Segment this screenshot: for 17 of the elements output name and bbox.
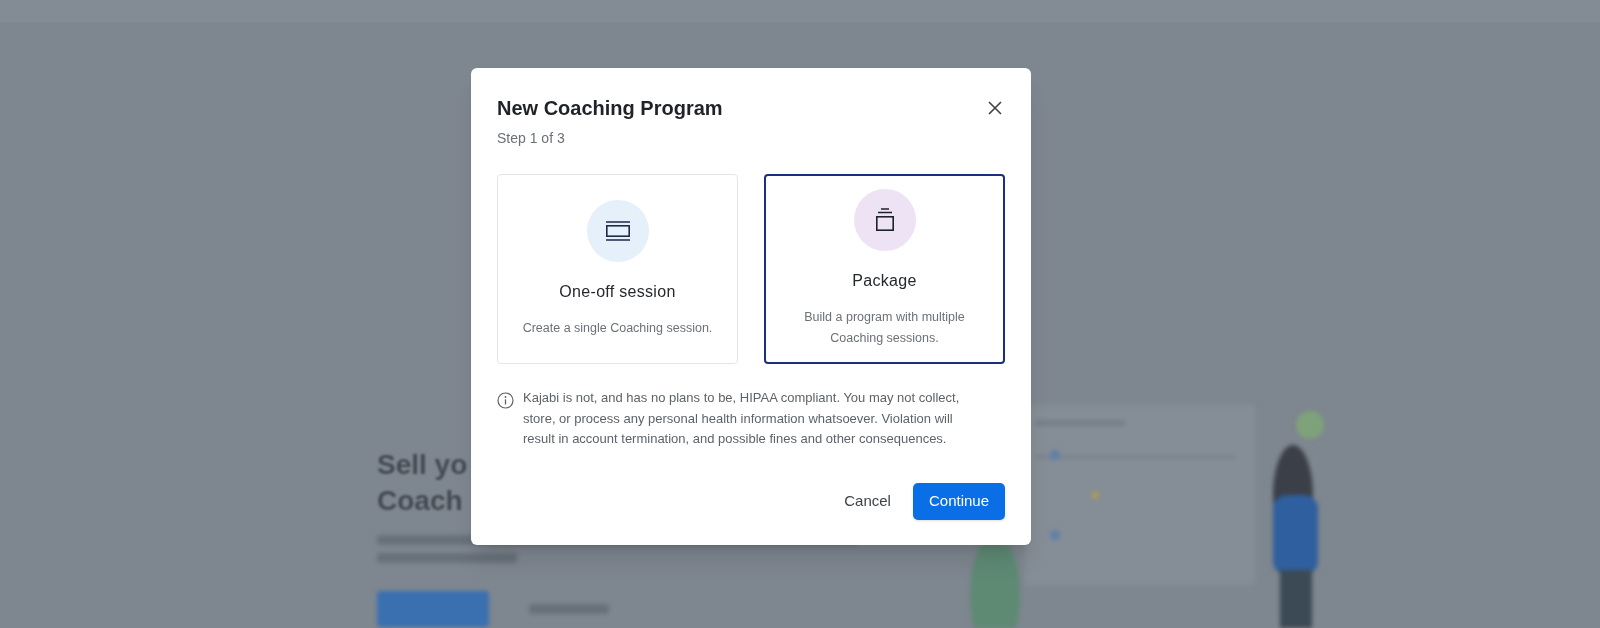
continue-button[interactable]: Continue xyxy=(912,482,1005,520)
close-icon xyxy=(988,101,1002,115)
option-description: Build a program with multiple Coaching sessions. xyxy=(803,309,966,347)
stack-icon xyxy=(873,208,896,232)
option-card[interactable]: One-off session Create a single Coaching session. xyxy=(497,174,738,364)
hero-heading: Coach xyxy=(377,484,463,518)
dialog-title: New Coaching Program xyxy=(497,96,723,121)
hero-heading: Sell yo xyxy=(377,448,468,482)
option-title: Package xyxy=(852,271,917,291)
info-icon xyxy=(497,392,514,409)
hipaa-notice: Kajabi is not, and has no plans to be, HIPAA compliant. You may not collect, store, or process any personal health information whatsoever. Violation will result in account termination, and possible fines and other consequences. xyxy=(523,389,961,448)
option-description: Create a single Coaching session. xyxy=(522,319,713,337)
cancel-button[interactable]: Cancel xyxy=(842,482,893,520)
window-icon xyxy=(604,220,631,241)
option-card[interactable]: Package Build a program with multiple Coaching sessions. xyxy=(764,174,1005,364)
option-title: One-off session xyxy=(559,281,676,302)
step-indicator: Step 1 of 3 xyxy=(497,129,566,148)
